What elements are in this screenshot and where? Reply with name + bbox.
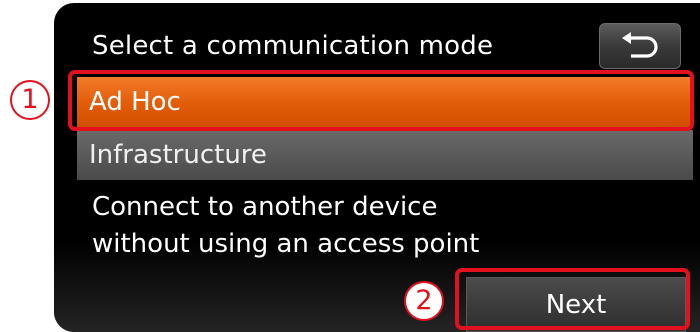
step-marker-1: 1 bbox=[10, 80, 50, 120]
mode-description: Connect to another device without using … bbox=[92, 189, 652, 263]
screen-title: Select a communication mode bbox=[92, 31, 494, 61]
option-infrastructure-label: Infrastructure bbox=[89, 140, 267, 170]
return-arrow-icon bbox=[622, 32, 658, 58]
description-line-2: without using an access point bbox=[92, 229, 480, 259]
step-marker-2: 2 bbox=[404, 281, 444, 321]
camera-wifi-screen-page: Select a communication mode Ad Hoc Infra… bbox=[0, 0, 700, 332]
callout-highlight-ad-hoc bbox=[68, 70, 694, 131]
description-line-1: Connect to another device bbox=[92, 192, 438, 222]
callout-highlight-next bbox=[455, 268, 690, 330]
back-button[interactable] bbox=[599, 23, 681, 69]
option-infrastructure[interactable]: Infrastructure bbox=[77, 130, 693, 180]
